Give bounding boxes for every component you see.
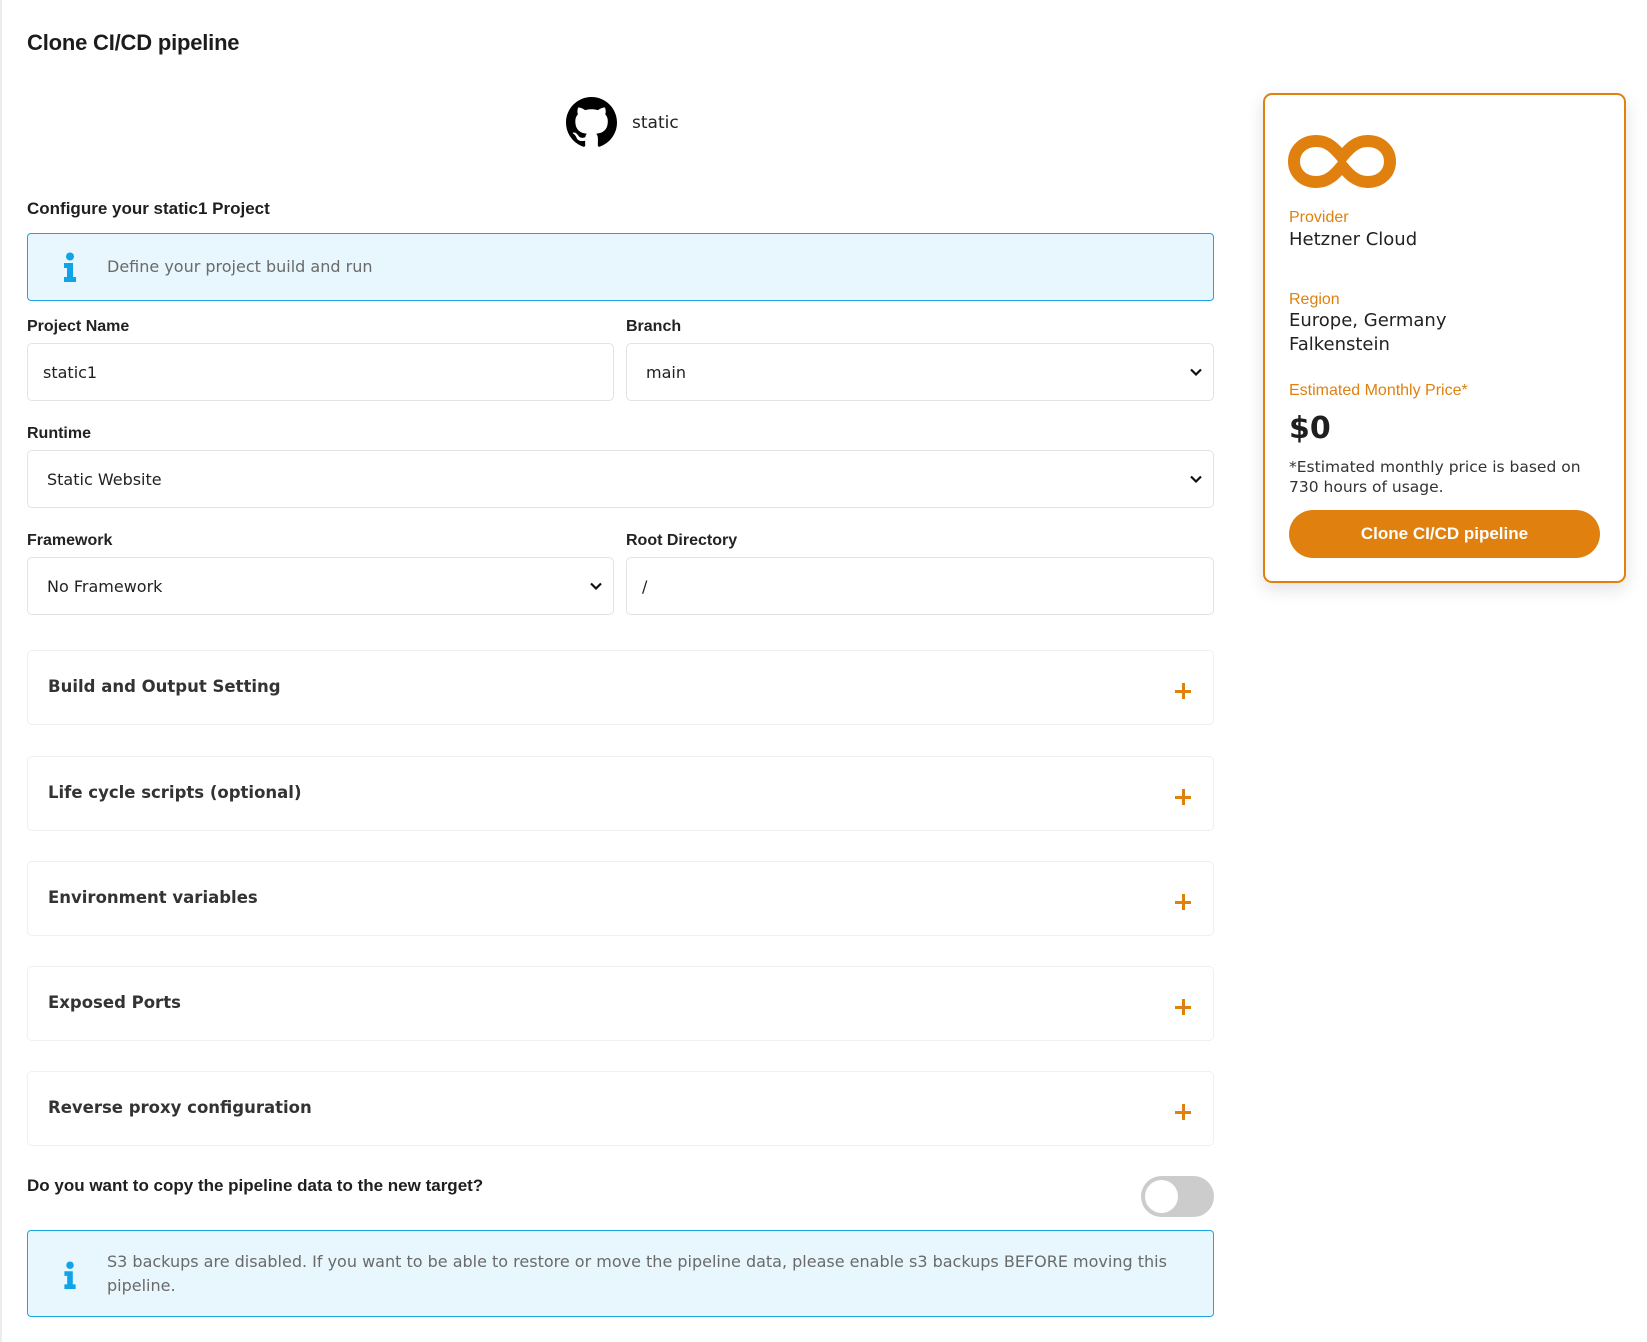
provider-value: Hetzner Cloud [1289,229,1418,250]
chevron-down-icon [1190,368,1202,377]
accordion-environment-variables[interactable]: Environment variables [27,861,1214,936]
accordion-build-output[interactable]: Build and Output Setting [27,650,1214,725]
region-label: Region [1289,291,1340,308]
project-name-label: Project Name [27,318,130,335]
accordion-lifecycle-scripts[interactable]: Life cycle scripts (optional) [27,756,1214,831]
framework-value: No Framework [47,576,163,596]
chevron-down-icon [1190,475,1202,484]
github-icon [566,97,617,147]
repository-name: static [632,112,679,133]
s3-notice-text: S3 backups are disabled. If you want to … [107,1252,1167,1295]
plus-icon[interactable] [1175,894,1191,910]
root-directory-label: Root Directory [626,532,738,549]
price-note: *Estimated monthly price is based on 730… [1289,458,1581,496]
price-value: $0 [1289,411,1331,446]
plus-icon[interactable] [1175,1104,1191,1120]
copy-data-toggle[interactable] [1141,1176,1214,1217]
toggle-knob [1145,1180,1178,1213]
plus-icon[interactable] [1175,683,1191,699]
copy-data-question: Do you want to copy the pipeline data to… [27,1176,484,1195]
region-value-line2: Falkenstein [1289,334,1390,355]
clone-pipeline-button[interactable]: Clone CI/CD pipeline [1289,510,1600,558]
accordion-exposed-ports[interactable]: Exposed Ports [27,966,1214,1041]
provider-label: Provider [1289,209,1349,226]
page-left-border [0,0,2,1342]
root-directory-input[interactable]: / [626,557,1214,615]
repository-badge: static [566,97,679,148]
accordion-title: Life cycle scripts (optional) [48,783,302,802]
framework-label: Framework [27,532,113,549]
runtime-label: Runtime [27,425,91,442]
project-name-input[interactable]: static1 [27,343,614,401]
summary-card: Provider Hetzner Cloud Region Europe, Ge… [1263,93,1626,583]
page-title: Clone CI/CD pipeline [27,30,240,55]
infinity-logo-icon [1288,134,1396,189]
branch-value: main [646,362,686,382]
plus-icon[interactable] [1175,999,1191,1015]
accordion-title: Reverse proxy configuration [48,1098,312,1117]
accordion-title: Exposed Ports [48,993,181,1012]
root-directory-value: / [642,576,648,596]
chevron-down-icon [590,582,602,591]
project-info-text: Define your project build and run [107,257,373,276]
price-label: Estimated Monthly Price* [1289,382,1468,399]
framework-select[interactable]: No Framework [27,557,614,615]
info-icon [64,1261,76,1289]
accordion-reverse-proxy[interactable]: Reverse proxy configuration [27,1071,1214,1146]
runtime-select[interactable]: Static Website [27,450,1214,508]
info-icon [64,252,76,282]
project-info-banner: Define your project build and run [27,233,1214,301]
accordion-title: Build and Output Setting [48,677,281,696]
branch-label: Branch [626,318,682,335]
configure-heading: Configure your static1 Project [27,199,270,218]
accordion-title: Environment variables [48,888,258,907]
plus-icon[interactable] [1175,789,1191,805]
branch-select[interactable]: main [626,343,1214,401]
s3-notice-banner: S3 backups are disabled. If you want to … [27,1230,1214,1317]
region-value-line1: Europe, Germany [1289,310,1447,331]
runtime-value: Static Website [47,469,162,489]
project-name-value: static1 [43,362,98,382]
